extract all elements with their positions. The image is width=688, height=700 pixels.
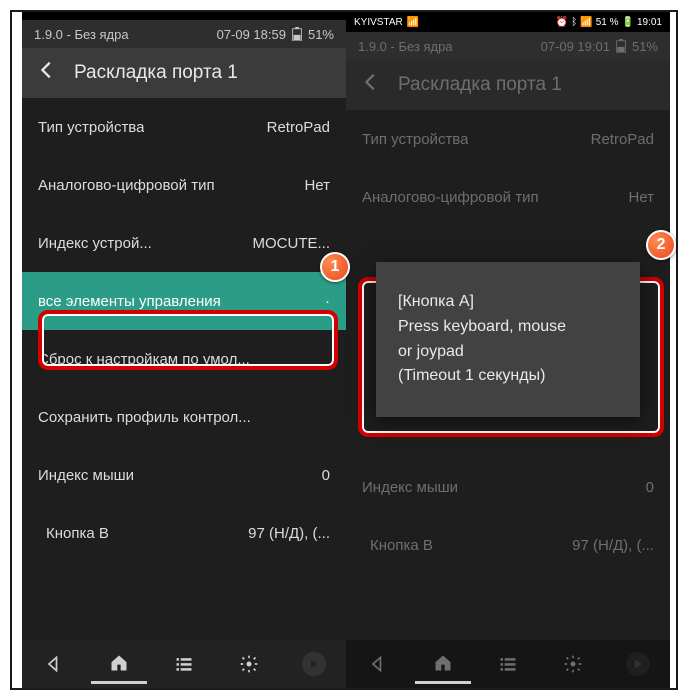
nav-back-icon[interactable] [26,644,82,684]
battery-percent: 51% [308,27,334,42]
screen-header: Раскладка порта 1 [346,60,670,110]
nav-settings-icon[interactable] [221,644,277,684]
nav-settings-icon [545,644,601,684]
row-device-index[interactable]: Индекс устрой...MOCUTE... [22,214,346,272]
carrier-label: KYIVSTAR [354,17,403,28]
callout-badge-2: 2 [646,230,676,260]
row-bind-all[interactable]: все элементы управления· [22,272,346,330]
nav-list-icon[interactable] [156,644,212,684]
nav-home-icon[interactable] [91,644,147,684]
bottom-navbar [346,640,670,688]
app-status-bar: 1.9.0 - Без ядра 07-09 19:01 51% [346,32,670,60]
screen-header: Раскладка порта 1 [22,48,346,98]
wifi-icon: 📶 [580,17,592,28]
dialog-line4: (Timeout 1 секунды) [398,364,618,389]
row-button-b[interactable]: Кнопка B97 (Н/Д), (... [22,504,346,562]
phone-left: 1.9.0 - Без ядра 07-09 18:59 51% Расклад… [22,12,346,688]
android-status-bar [22,12,346,20]
dialog-line1: [Кнопка A] [398,290,618,315]
battery-percent: 51% [632,39,658,54]
row-mouse-index[interactable]: Индекс мыши0 [22,446,346,504]
back-icon[interactable] [360,71,382,99]
row-device-type: Тип устройстваRetroPad [346,110,670,168]
battery-percent: 51 % [596,17,619,28]
bluetooth-icon: ᛒ [571,17,577,28]
app-datetime: 07-09 18:59 [217,27,286,42]
nav-back-icon [350,644,406,684]
app-version: 1.9.0 - Без ядра [358,39,453,54]
callout-badge-1: 1 [320,252,350,282]
battery-icon [292,27,302,41]
android-status-bar: KYIVSTAR 📶 ⏰ ᛒ 📶 51 % 🔋 19:01 [346,12,670,32]
dialog-line3: or joypad [398,340,618,365]
app-status-bar: 1.9.0 - Без ядра 07-09 18:59 51% [22,20,346,48]
phone-right: KYIVSTAR 📶 ⏰ ᛒ 📶 51 % 🔋 19:01 1.9.0 - Без… [346,12,670,688]
row-analog-digital: Аналогово-цифровой типНет [346,168,670,226]
bottom-navbar [22,640,346,688]
header-title: Раскладка порта 1 [74,62,238,84]
nav-play-icon[interactable] [286,644,342,684]
nav-play-icon [610,644,666,684]
row-device-type[interactable]: Тип устройстваRetroPad [22,98,346,156]
row-save-profile[interactable]: Сохранить профиль контрол... [22,388,346,446]
row-analog-digital[interactable]: Аналогово-цифровой типНет [22,156,346,214]
settings-list[interactable]: Тип устройстваRetroPad Аналогово-цифрово… [22,98,346,562]
row-button-b: Кнопка B97 (Н/Д), (... [346,516,670,574]
battery-icon: 🔋 [622,17,634,28]
nav-list-icon [480,644,536,684]
app-datetime: 07-09 19:01 [541,39,610,54]
screenshot-frame: 1.9.0 - Без ядра 07-09 18:59 51% Расклад… [10,10,678,690]
battery-icon [616,39,626,53]
row-reset-defaults[interactable]: Сброс к настройкам по умол... [22,330,346,388]
nav-home-icon [415,644,471,684]
clock: 19:01 [637,17,662,28]
dialog-line2: Press keyboard, mouse [398,315,618,340]
alarm-icon: ⏰ [556,17,568,28]
bind-dialog: [Кнопка A] Press keyboard, mouse or joyp… [376,262,640,417]
header-title: Раскладка порта 1 [398,74,562,96]
signal-icon: 📶 [407,17,419,28]
row-mouse-index: Индекс мыши0 [346,458,670,516]
back-icon[interactable] [36,59,58,87]
app-version: 1.9.0 - Без ядра [34,27,129,42]
